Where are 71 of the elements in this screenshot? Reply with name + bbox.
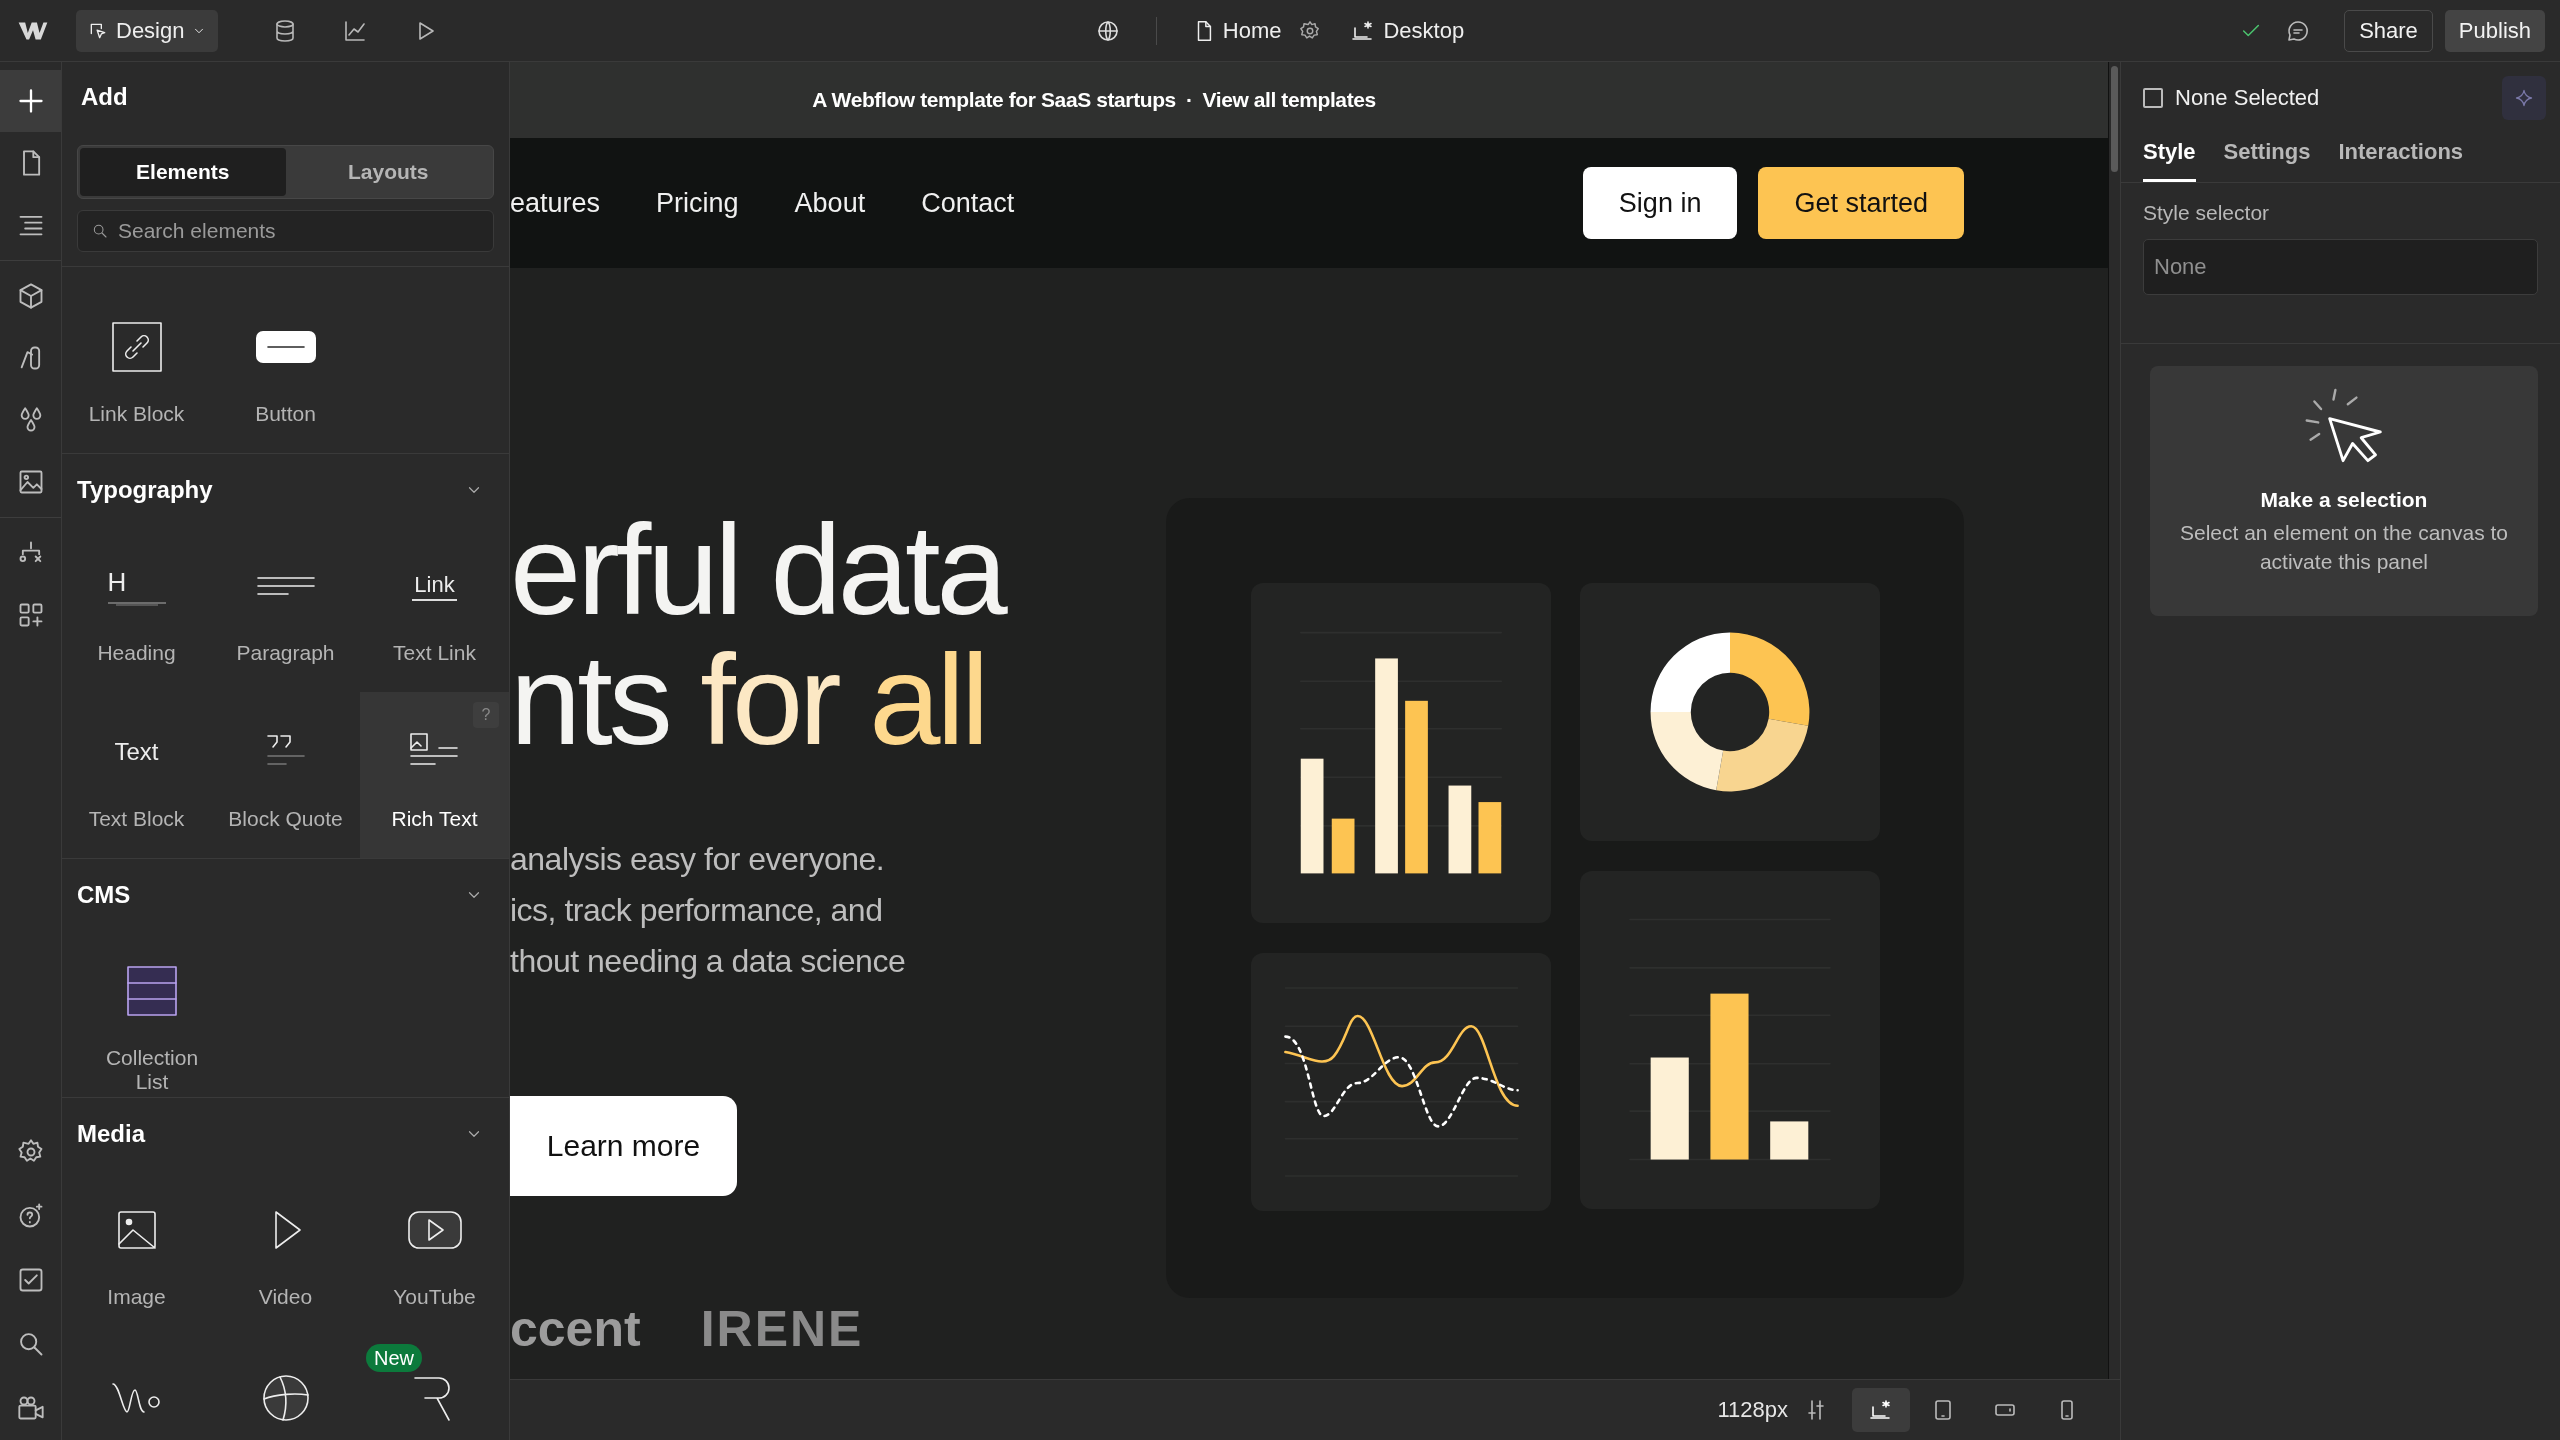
element-item[interactable]: Link Text Link: [360, 526, 509, 692]
field-label: Style selector: [2143, 200, 2271, 226]
breakpoint-button[interactable]: [1852, 1388, 1910, 1432]
learn-more-button[interactable]: Learn more: [510, 1096, 737, 1196]
panel-tab[interactable]: Style: [2143, 134, 2196, 182]
globe-icon[interactable]: [1095, 18, 1120, 43]
desktop-icon: [1869, 1398, 1893, 1422]
empty-state-text: Select an element on the canvas to activate this panel: [2178, 520, 2509, 575]
empty-state-title: Make a selection: [2260, 488, 2428, 512]
element-item[interactable]: Collection List: [62, 931, 212, 1097]
panel-tab[interactable]: Settings: [2223, 134, 2311, 182]
element-item[interactable]: Block Quote: [211, 692, 360, 858]
section-title: Typography: [77, 476, 213, 504]
sparkle-icon: [2514, 88, 2534, 108]
panel-tab[interactable]: Layouts: [285, 148, 491, 196]
element-item[interactable]: Text Text Block: [62, 692, 211, 858]
section-title: CMS: [77, 881, 131, 909]
nav-link[interactable]: Contact: [921, 187, 1015, 219]
client-logo: ccent: [510, 1300, 641, 1359]
text-block-icon: Text: [114, 738, 159, 766]
hero-paragraph: thout needing a data science: [510, 942, 906, 981]
button-shape-icon: [255, 331, 316, 363]
templates-link[interactable]: View all templates: [1202, 88, 1376, 112]
ai-assistant-button[interactable]: [2502, 76, 2546, 120]
new-badge: New: [366, 1344, 422, 1372]
scrollbar-thumb[interactable]: [2111, 66, 2118, 172]
nav-link[interactable]: Pricing: [656, 187, 739, 219]
client-logo: IRENE: [700, 1300, 864, 1359]
get-started-button[interactable]: Get started: [1758, 167, 1964, 239]
nav-link[interactable]: About: [794, 187, 866, 219]
hero-paragraph: analysis easy for everyone.: [510, 840, 886, 879]
comment-icon[interactable]: [2286, 18, 2311, 43]
video-camera-icon: [16, 1394, 45, 1422]
hero-heading: nts for all: [510, 635, 987, 765]
section-title: Media: [77, 1120, 145, 1148]
hero-heading: erful data: [510, 505, 1004, 635]
panel-title: Add: [80, 82, 129, 112]
announcement-text: A Webflow template for SaaS startups: [812, 88, 1176, 112]
canvas-width: 1128px: [1717, 1397, 1788, 1423]
publish-button[interactable]: Publish: [2444, 9, 2545, 52]
chart-bar: [1478, 802, 1502, 874]
plus-icon: [16, 87, 45, 115]
element-item[interactable]: Link Block: [62, 287, 211, 453]
element-item[interactable]: Video: [211, 1170, 360, 1336]
element-item[interactable]: New: [360, 1336, 509, 1440]
share-button[interactable]: Share: [2344, 9, 2433, 52]
nav-link[interactable]: eatures: [510, 187, 601, 219]
chart-bar: [1331, 818, 1355, 874]
chart-icon[interactable]: [343, 18, 368, 43]
separator-dot: ·: [1185, 88, 1193, 112]
style-selector-field[interactable]: None: [2143, 239, 2538, 295]
chart-bar: [1770, 1121, 1809, 1160]
design-mode-button[interactable]: Design: [76, 9, 219, 52]
element-item[interactable]: YouTube: [360, 1170, 509, 1336]
element-item[interactable]: Button: [211, 287, 360, 453]
element-item[interactable]: Image: [62, 1170, 211, 1336]
search-field[interactable]: Search elements: [77, 210, 494, 252]
breakpoint-selector[interactable]: Desktop: [1351, 17, 1465, 44]
element-item[interactable]: Paragraph: [211, 526, 360, 692]
panel-tab[interactable]: Elements: [80, 148, 286, 196]
sign-in-button[interactable]: Sign in: [1582, 167, 1738, 239]
page-selector[interactable]: Home: [1192, 17, 1282, 44]
search-icon: [92, 223, 108, 239]
selection-checkbox[interactable]: None Selected: [2143, 85, 2320, 111]
hero-paragraph: ics, track performance, and: [510, 891, 884, 930]
panel-tab[interactable]: Interactions: [2338, 134, 2464, 182]
settings-icon[interactable]: [1299, 19, 1322, 42]
add-panel-button[interactable]: [0, 70, 61, 132]
element-item[interactable]: H Heading: [62, 526, 211, 692]
paragraph-icon: [255, 574, 316, 598]
element-item[interactable]: Rich Text ?: [360, 692, 509, 858]
